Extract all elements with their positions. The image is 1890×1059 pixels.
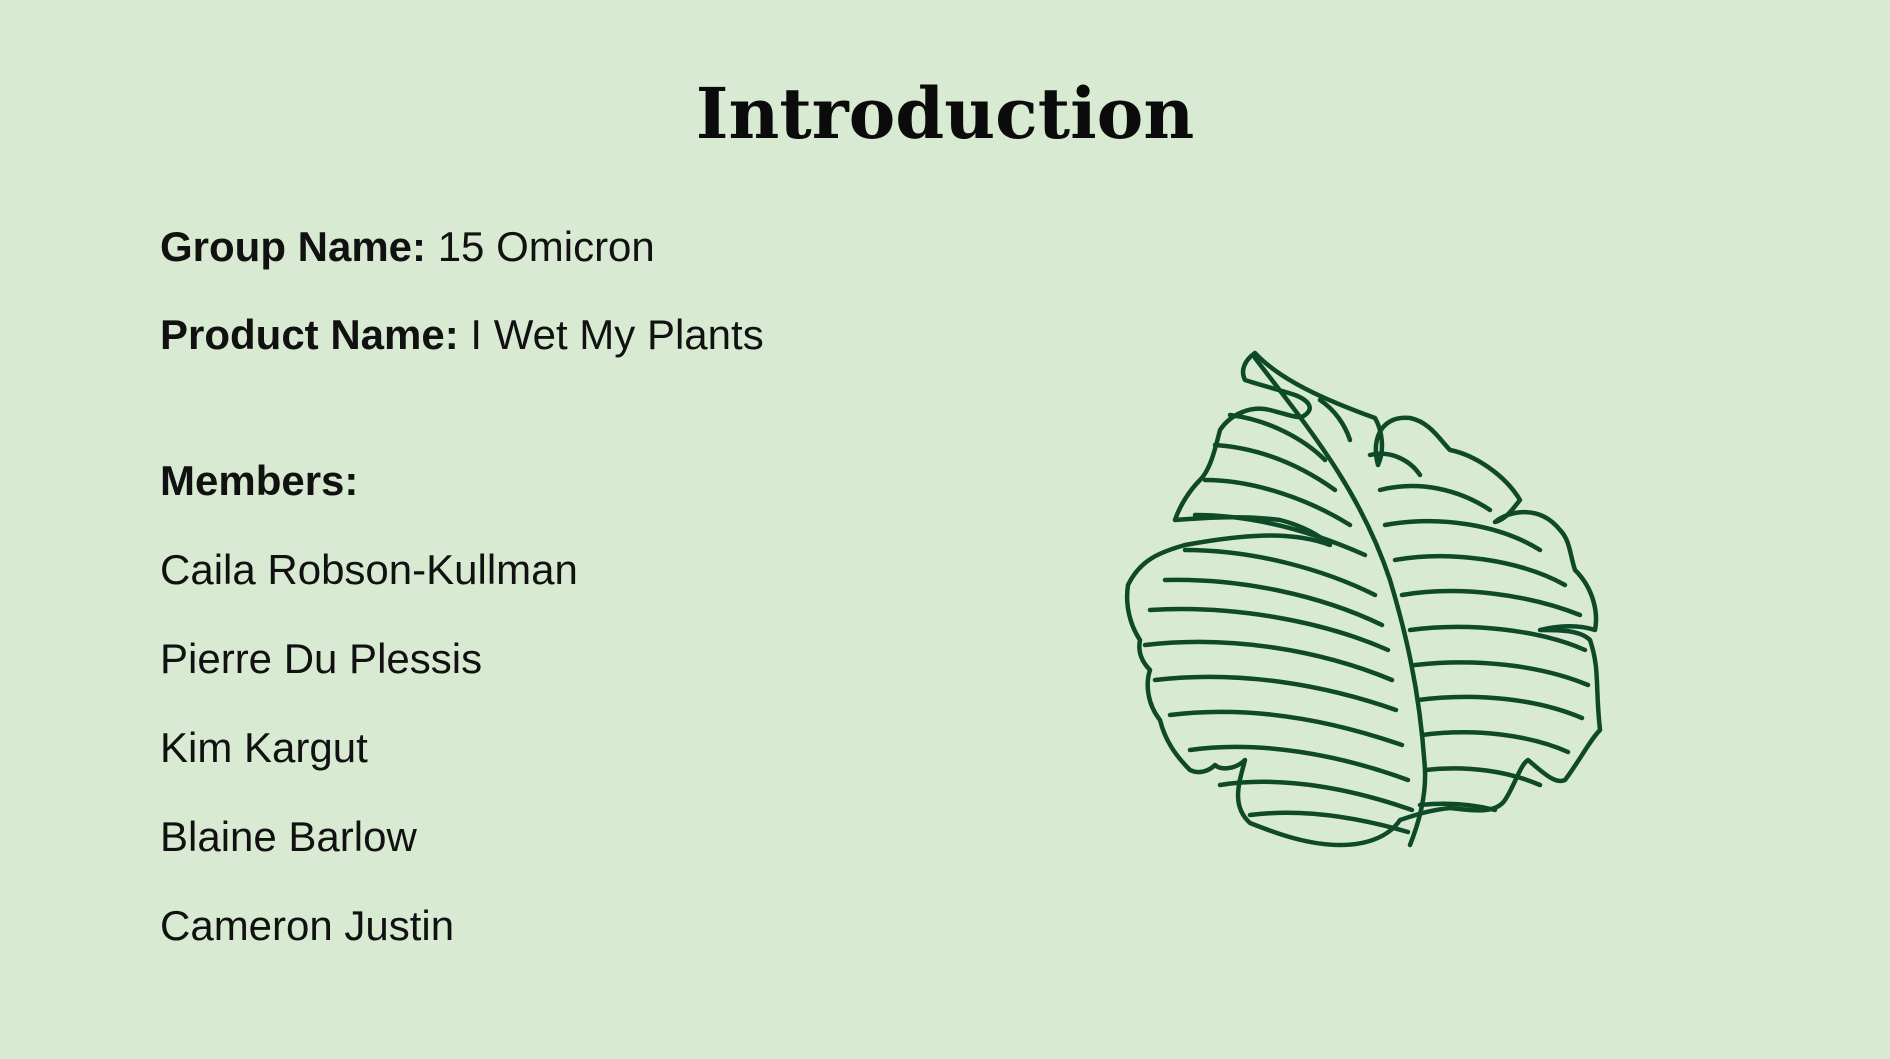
group-name-line: Group Name: 15 Omicron: [160, 222, 655, 272]
members-list: Caila Robson-Kullman Pierre Du Plessis K…: [160, 545, 578, 990]
member-name: Pierre Du Plessis: [160, 635, 483, 682]
slide-title: Introduction: [695, 72, 1195, 155]
members-heading: Members:: [160, 457, 359, 504]
member-name: Blaine Barlow: [160, 813, 417, 860]
product-name-line: Product Name: I Wet My Plants: [160, 310, 764, 360]
monstera-leaf-icon: [1124, 350, 1603, 848]
group-name-label: Group Name:: [160, 223, 427, 270]
product-name-label: Product Name:: [160, 311, 459, 358]
member-name: Caila Robson-Kullman: [160, 546, 578, 593]
member-name: Cameron Justin: [160, 902, 455, 949]
product-name-value: I Wet My Plants: [470, 311, 764, 358]
member-name: Kim Kargut: [160, 724, 368, 771]
group-name-value: 15 Omicron: [437, 223, 655, 270]
slide: Introduction Group Name: 15 Omicron Prod…: [0, 0, 1890, 1059]
